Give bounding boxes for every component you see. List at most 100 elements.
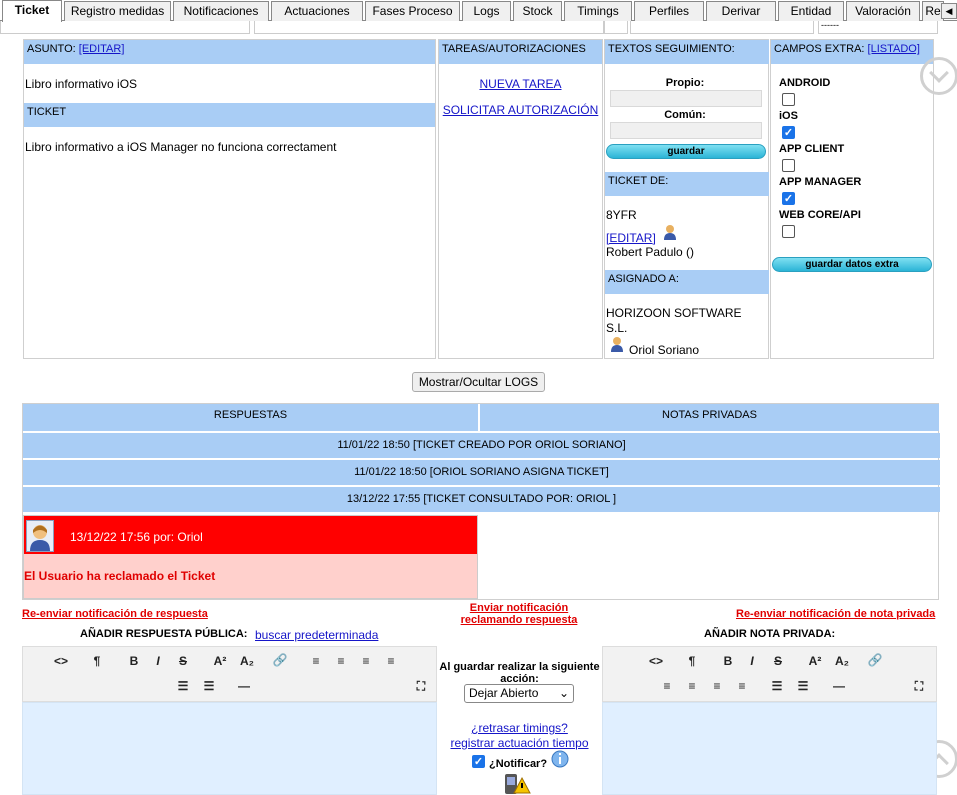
comun-label: Común: xyxy=(664,109,706,121)
asunto-edit-link[interactable]: [EDITAR] xyxy=(79,43,125,55)
oriol-avatar-icon xyxy=(26,520,54,552)
subscript-icon[interactable]: A₂ xyxy=(236,654,258,668)
top-field-dashes: ------ xyxy=(818,21,938,34)
enviar-reclamando-link[interactable]: Enviar notificación reclamando respuesta xyxy=(440,602,598,626)
anadir-respuesta-label: AÑADIR RESPUESTA PÚBLICA: xyxy=(80,628,248,640)
accion-label: Al guardar realizar la siguiente acción: xyxy=(439,661,600,685)
asignado-name: Oriol Soriano xyxy=(629,343,700,357)
campo-app-manager-checkbox[interactable]: ✓ xyxy=(782,192,795,205)
asignado-company: HORIZOON SOFTWARE S.L. xyxy=(606,306,742,335)
horizontal-rule-icon[interactable]: — xyxy=(233,679,255,693)
align-left-icon[interactable]: ≡ xyxy=(656,679,678,693)
numbered-list-icon[interactable]: ☰ xyxy=(198,679,220,693)
tareas-header: TAREAS/AUTORIZACIONES xyxy=(439,40,602,64)
phone-alert-icon xyxy=(505,774,531,794)
tab-entidad[interactable]: Entidad xyxy=(778,1,844,21)
campo-android-checkbox[interactable] xyxy=(782,93,795,106)
asunto-text: Libro informativo iOS xyxy=(25,77,138,91)
notificar-checkbox[interactable]: ✓ xyxy=(472,755,485,768)
tab-valoracion[interactable]: Valoración xyxy=(846,1,920,21)
enviar-reclamando-line2: reclamando respuesta xyxy=(460,614,578,626)
reenviar-nota-link[interactable]: Re-enviar notificación de nota privada xyxy=(736,608,935,620)
retrasar-timings-link[interactable]: ¿retrasar timings? xyxy=(437,721,602,735)
bold-icon[interactable]: B xyxy=(717,654,739,668)
bold-icon[interactable]: B xyxy=(123,654,145,668)
strikethrough-icon[interactable]: S xyxy=(172,654,194,668)
ticket-de-edit-link[interactable]: [EDITAR] xyxy=(606,231,656,245)
numbered-list-icon[interactable]: ☰ xyxy=(792,679,814,693)
info-icon[interactable] xyxy=(550,749,570,769)
campo-web-core-checkbox[interactable] xyxy=(782,225,795,238)
strikethrough-icon[interactable]: S xyxy=(767,654,789,668)
align-left-icon[interactable]: ≡ xyxy=(305,654,327,668)
superscript-icon[interactable]: A² xyxy=(209,654,231,668)
fullscreen-icon[interactable]: ⛶ xyxy=(908,679,930,694)
bullet-list-icon[interactable]: ☰ xyxy=(766,679,788,693)
link-icon[interactable]: 🔗 xyxy=(864,653,886,667)
tab-notificaciones[interactable]: Notificaciones xyxy=(173,1,269,21)
align-center-icon[interactable]: ≡ xyxy=(330,654,352,668)
tab-scroll-left-icon[interactable]: ◀ xyxy=(941,3,957,19)
guardar-textos-button[interactable]: guardar xyxy=(606,144,766,159)
notas-header: NOTAS PRIVADAS xyxy=(480,404,939,431)
scroll-down-circle-icon[interactable] xyxy=(920,57,957,95)
ticket-text: Libro informativo a iOS Manager no funci… xyxy=(25,140,337,154)
align-right-icon[interactable]: ≡ xyxy=(355,654,377,668)
tab-perfiles[interactable]: Perfiles xyxy=(634,1,704,21)
toggle-logs-button[interactable]: Mostrar/Ocultar LOGS xyxy=(412,372,545,392)
campo-android-label: ANDROID xyxy=(779,77,831,89)
guardar-datos-extra-button[interactable]: guardar datos extra xyxy=(772,257,932,272)
campos-listado-link[interactable]: [LISTADO] xyxy=(868,43,920,55)
campo-ios-checkbox[interactable]: ✓ xyxy=(782,126,795,139)
log-row: 11/01/22 18:50 [TICKET CREADO POR ORIOL … xyxy=(23,433,940,458)
assignee-avatar-icon xyxy=(611,337,623,352)
bullet-list-icon[interactable]: ☰ xyxy=(172,679,194,693)
fullscreen-icon[interactable]: ⛶ xyxy=(410,679,432,694)
buscar-predeterminada-link[interactable]: buscar predeterminada xyxy=(255,628,378,642)
horizontal-rule-icon[interactable]: — xyxy=(828,679,850,693)
asunto-header: ASUNTO: [EDITAR] xyxy=(24,40,435,64)
tab-bar: Ticket Registro medidas Notificaciones A… xyxy=(0,0,957,22)
log-row: 11/01/22 18:50 [ORIOL SORIANO ASIGNA TIC… xyxy=(23,460,940,485)
align-center-icon[interactable]: ≡ xyxy=(681,679,703,693)
private-note-editor[interactable] xyxy=(602,702,937,795)
asunto-label: ASUNTO: xyxy=(27,43,76,55)
solicitar-autorizacion-link[interactable]: SOLICITAR AUTORIZACIÓN xyxy=(439,103,602,117)
log-row: 13/12/22 17:55 [TICKET CONSULTADO POR: O… xyxy=(23,487,940,512)
tab-actuaciones[interactable]: Actuaciones xyxy=(271,1,363,21)
campos-header: CAMPOS EXTRA: [LISTADO] xyxy=(771,40,933,64)
propio-input[interactable] xyxy=(610,90,762,107)
tab-registro-medidas[interactable]: Registro medidas xyxy=(64,1,171,21)
campo-app-client-checkbox[interactable] xyxy=(782,159,795,172)
italic-icon[interactable]: I xyxy=(741,654,763,668)
chevron-down-icon: ⌄ xyxy=(558,686,569,700)
superscript-icon[interactable]: A² xyxy=(804,654,826,668)
tab-ticket[interactable]: Ticket xyxy=(2,0,62,22)
nueva-tarea-link[interactable]: NUEVA TAREA xyxy=(439,77,602,91)
comun-input[interactable] xyxy=(610,122,762,139)
ticket-de-code: 8YFR xyxy=(606,208,637,222)
italic-icon[interactable]: I xyxy=(147,654,169,668)
tab-stock[interactable]: Stock xyxy=(513,1,562,21)
registrar-actuacion-link[interactable]: registrar actuación tiempo xyxy=(437,736,602,750)
tab-derivar[interactable]: Derivar xyxy=(706,1,776,21)
subscript-icon[interactable]: A₂ xyxy=(831,654,853,668)
tab-logs[interactable]: Logs xyxy=(462,1,511,21)
public-reply-editor[interactable] xyxy=(22,702,437,795)
campos-label: CAMPOS EXTRA: xyxy=(774,43,865,55)
tab-fases-proceso[interactable]: Fases Proceso xyxy=(365,1,460,21)
code-view-icon[interactable]: <> xyxy=(50,654,72,668)
enviar-reclamando-line1: Enviar notificación xyxy=(469,602,569,614)
tab-timings[interactable]: Timings xyxy=(564,1,632,21)
paragraph-icon[interactable]: ¶ xyxy=(681,654,703,668)
reenviar-respuesta-link[interactable]: Re-enviar notificación de respuesta xyxy=(22,608,208,620)
code-view-icon[interactable]: <> xyxy=(645,654,667,668)
justify-icon[interactable]: ≡ xyxy=(380,654,402,668)
accion-select[interactable]: Dejar Abierto ⌄ xyxy=(464,684,574,703)
reclamo-text: El Usuario ha reclamado el Ticket xyxy=(24,569,216,583)
justify-icon[interactable]: ≡ xyxy=(731,679,753,693)
align-right-icon[interactable]: ≡ xyxy=(706,679,728,693)
link-icon[interactable]: 🔗 xyxy=(269,653,291,667)
propio-label: Propio: xyxy=(665,77,705,89)
paragraph-icon[interactable]: ¶ xyxy=(86,654,108,668)
